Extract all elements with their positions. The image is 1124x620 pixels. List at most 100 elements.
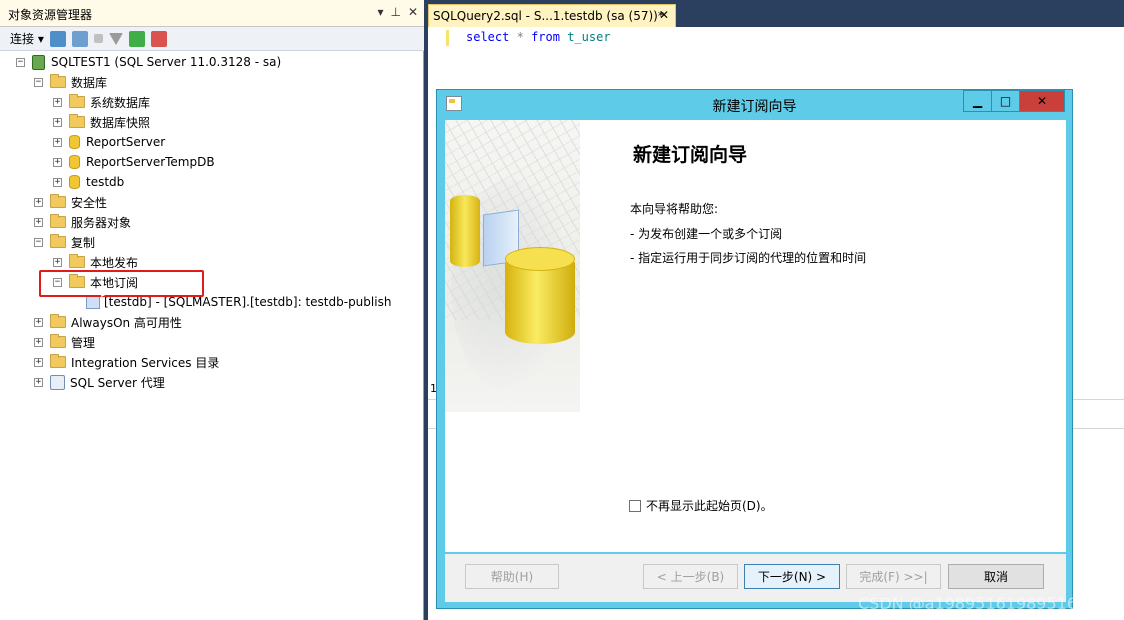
checkbox-label: 不再显示此起始页(D)。 xyxy=(646,499,773,513)
window-position-icon[interactable]: ▾ xyxy=(377,5,383,19)
tree-label: 数据库 xyxy=(71,75,108,90)
object-explorer-panel: 对象资源管理器 ▾ ⊥ ✕ 连接 ▾ − SQLTEST1 (SQL Serve… xyxy=(0,0,424,620)
close-tab-icon[interactable]: ✕ xyxy=(659,8,669,22)
skip-start-page-checkbox[interactable]: 不再显示此起始页(D)。 xyxy=(629,497,773,514)
sql-keyword: select xyxy=(466,30,510,44)
connect-label: 连接 xyxy=(10,32,35,46)
tree-label: 数据库快照 xyxy=(90,115,151,130)
expand-icon[interactable]: + xyxy=(53,177,62,187)
expand-icon[interactable]: + xyxy=(34,317,43,327)
collapse-icon[interactable]: − xyxy=(16,57,25,67)
tree-label: 系统数据库 xyxy=(90,95,151,110)
disconnect-icon[interactable] xyxy=(71,30,88,47)
tree-node-reportservertempdb[interactable]: + ReportServerTempDB xyxy=(53,152,215,172)
screen: 对象资源管理器 ▾ ⊥ ✕ 连接 ▾ − SQLTEST1 (SQL Serve… xyxy=(0,0,1124,620)
folder-icon xyxy=(50,334,66,348)
connect-button[interactable]: 连接 ▾ xyxy=(10,30,44,47)
folder-icon xyxy=(69,254,85,268)
minimize-button[interactable]: ▁ xyxy=(963,90,992,112)
expand-icon[interactable]: + xyxy=(53,157,62,167)
tree-node-replication[interactable]: − 复制 xyxy=(34,232,95,252)
back-button[interactable]: < 上一步(B) xyxy=(643,564,738,589)
activity-monitor-icon[interactable] xyxy=(150,30,167,47)
tree-label: 安全性 xyxy=(71,195,108,210)
connect-object-explorer-icon[interactable] xyxy=(49,30,66,47)
collapse-icon[interactable]: − xyxy=(34,77,43,87)
dialog-titlebar[interactable]: 新建订阅向导 ▁ □ ✕ xyxy=(437,90,1072,118)
tree-node-alwayson[interactable]: + AlwaysOn 高可用性 xyxy=(34,312,182,332)
tab-sqlquery2[interactable]: SQLQuery2.sql - S...1.testdb (sa (57))* … xyxy=(428,4,676,27)
collapse-icon[interactable]: − xyxy=(34,237,43,247)
change-marker xyxy=(446,30,449,46)
dialog-body: 新建订阅向导 本向导将帮助您: - 为发布创建一个或多个订阅 - 指定运行用于同… xyxy=(445,120,1066,552)
sql-agent-icon xyxy=(50,374,65,390)
object-explorer-toolbar: 连接 ▾ xyxy=(0,27,424,51)
tree-node-server-objects[interactable]: + 服务器对象 xyxy=(34,212,131,232)
tree-node-testdb[interactable]: + testdb xyxy=(53,172,124,192)
tree-label: ReportServer xyxy=(86,135,166,149)
tree-node-server[interactable]: − SQLTEST1 (SQL Server 11.0.3128 - sa) xyxy=(16,52,281,72)
tree-label: 本地发布 xyxy=(90,255,139,270)
cancel-button[interactable]: 取消 xyxy=(948,564,1044,589)
wizard-bullet: - 指定运行用于同步订阅的代理的位置和时间 xyxy=(630,251,867,265)
object-explorer-title: 对象资源管理器 xyxy=(8,8,93,22)
stop-icon[interactable] xyxy=(93,34,103,43)
database-icon xyxy=(69,135,80,149)
checkbox-box[interactable] xyxy=(629,499,641,512)
folder-icon xyxy=(69,94,85,108)
tree-node-db-snapshots[interactable]: + 数据库快照 xyxy=(53,112,150,132)
expand-icon[interactable]: + xyxy=(34,217,43,227)
auto-hide-pin-icon[interactable]: ⊥ xyxy=(390,5,400,19)
tree-label: 管理 xyxy=(71,335,96,350)
expand-icon[interactable]: + xyxy=(34,197,43,207)
wizard-intro: 本向导将帮助您: xyxy=(630,202,719,216)
database-icon xyxy=(69,175,80,189)
expand-icon[interactable]: + xyxy=(34,337,43,347)
folder-icon xyxy=(50,74,66,88)
wizard-banner-illustration xyxy=(445,120,580,412)
wizard-bullet: - 为发布创建一个或多个订阅 xyxy=(630,227,783,241)
server-icon xyxy=(32,54,45,70)
tree-node-security[interactable]: + 安全性 xyxy=(34,192,107,212)
folder-icon xyxy=(50,214,66,228)
folder-icon xyxy=(50,354,66,368)
expand-icon[interactable]: + xyxy=(34,357,43,367)
tree-label: [testdb] - [SQLMASTER].[testdb]: testdb-… xyxy=(104,295,392,309)
tree-node-integration-services[interactable]: + Integration Services 目录 xyxy=(34,352,219,372)
expand-icon[interactable]: + xyxy=(53,257,62,267)
object-explorer-titlebar: 对象资源管理器 ▾ ⊥ ✕ xyxy=(0,0,424,27)
close-icon[interactable]: ✕ xyxy=(408,5,418,19)
filter-icon[interactable] xyxy=(108,32,123,45)
watermark: CSDN @a19895161989516 xyxy=(858,594,1078,613)
maximize-button[interactable]: □ xyxy=(991,90,1020,112)
annotation-highlight-box xyxy=(39,270,204,297)
folder-icon xyxy=(50,234,66,248)
refresh-icon[interactable] xyxy=(128,30,145,47)
help-button[interactable]: 帮助(H) xyxy=(465,564,559,589)
tree-node-databases[interactable]: − 数据库 xyxy=(34,72,107,92)
tree-node-management[interactable]: + 管理 xyxy=(34,332,95,352)
expand-icon[interactable]: + xyxy=(53,97,62,107)
tree-label: 复制 xyxy=(71,235,96,250)
tree-label: AlwaysOn 高可用性 xyxy=(71,315,182,330)
sql-keyword: from xyxy=(531,30,560,44)
tree-node-local-publications[interactable]: + 本地发布 xyxy=(53,252,138,272)
tree-node-system-databases[interactable]: + 系统数据库 xyxy=(53,92,150,112)
next-button[interactable]: 下一步(N) > xyxy=(744,564,840,589)
finish-button[interactable]: 完成(F) >>| xyxy=(846,564,941,589)
tree-label: ReportServerTempDB xyxy=(86,155,215,169)
tab-label: SQLQuery2.sql - S...1.testdb (sa (57))* xyxy=(433,9,664,23)
sql-code-line[interactable]: select * from t_user xyxy=(466,30,611,44)
close-button[interactable]: ✕ xyxy=(1019,90,1065,112)
tree-node-reportserver[interactable]: + ReportServer xyxy=(53,132,165,152)
expand-icon[interactable]: + xyxy=(34,377,43,387)
tree-node-sql-agent[interactable]: + SQL Server 代理 xyxy=(34,372,165,392)
tree-label: SQLTEST1 (SQL Server 11.0.3128 - sa) xyxy=(51,55,282,69)
expand-icon[interactable]: + xyxy=(53,137,62,147)
expand-icon[interactable]: + xyxy=(53,117,62,127)
document-tabbar: SQLQuery2.sql - S...1.testdb (sa (57))* … xyxy=(428,0,1124,27)
folder-icon xyxy=(50,194,66,208)
tree-label: 服务器对象 xyxy=(71,215,132,230)
new-subscription-wizard-dialog: 新建订阅向导 ▁ □ ✕ 新建订阅向导 本向导将帮助您: - 为发布创建一个或多… xyxy=(436,89,1073,609)
object-explorer-tree: − SQLTEST1 (SQL Server 11.0.3128 - sa) −… xyxy=(0,52,420,612)
